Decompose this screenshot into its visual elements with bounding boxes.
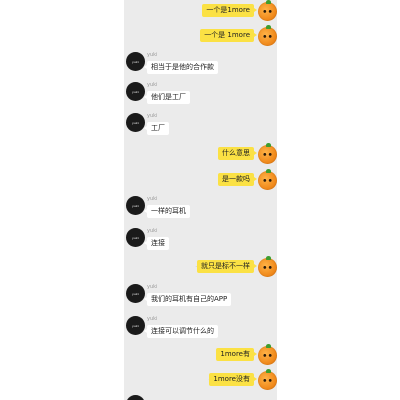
sender-name: yuki [147,113,158,119]
sender-name: yuki [147,228,158,234]
message-bubble-self[interactable]: 1more没有 [209,373,257,386]
sender-name: yuki [147,196,158,202]
orange-avatar-icon[interactable] [258,256,277,277]
message-bubble-self[interactable]: 就只是标不一样 [197,260,257,273]
sender-name: yuki [147,82,158,88]
black-logo-avatar-icon[interactable]: yuki [126,52,145,71]
message-bubble-other[interactable]: 他们是工厂 [144,91,190,104]
orange-avatar-icon[interactable] [258,344,277,365]
message-bubble-self[interactable]: 什么意思 [218,147,257,160]
black-logo-avatar-icon[interactable]: yuki [126,284,145,303]
black-logo-avatar-icon[interactable]: yuki [126,316,145,335]
sender-name: yuki [147,52,158,58]
message-bubble-other[interactable]: 我们的耳机有自己的APP [143,293,232,306]
black-logo-avatar-icon[interactable]: yuki [126,113,145,132]
orange-avatar-icon[interactable] [258,369,277,390]
orange-avatar-icon[interactable] [258,0,277,21]
orange-avatar-icon[interactable] [258,25,277,46]
message-bubble-other[interactable]: 连接 [144,237,169,250]
sender-name: yuki [147,284,158,290]
message-bubble-self[interactable]: 一个是 1more [200,29,257,42]
black-logo-avatar-icon[interactable]: yuki [126,82,145,101]
message-bubble-self[interactable]: 1more有 [216,348,257,361]
message-bubble-other[interactable]: 一样的耳机 [144,205,190,218]
orange-avatar-icon[interactable] [258,143,277,164]
black-logo-avatar-icon[interactable]: yuki [126,228,145,247]
orange-avatar-icon[interactable] [258,169,277,190]
message-bubble-other[interactable]: 连接可以调节什么的 [144,325,218,338]
chat-area[interactable]: · 一个是1more · 一个是 1more yuki yuki 相当于是他的合… [124,0,277,400]
message-bubble-self[interactable]: 是一款吗 [218,173,257,186]
black-logo-avatar-icon[interactable] [126,395,145,400]
message-bubble-other[interactable]: 工厂 [144,122,169,135]
black-logo-avatar-icon[interactable]: yuki [126,196,145,215]
message-bubble-other[interactable]: 相当于是他的合作款 [144,61,218,74]
message-bubble-self[interactable]: 一个是1more [202,4,257,17]
sender-name: yuki [147,316,158,322]
